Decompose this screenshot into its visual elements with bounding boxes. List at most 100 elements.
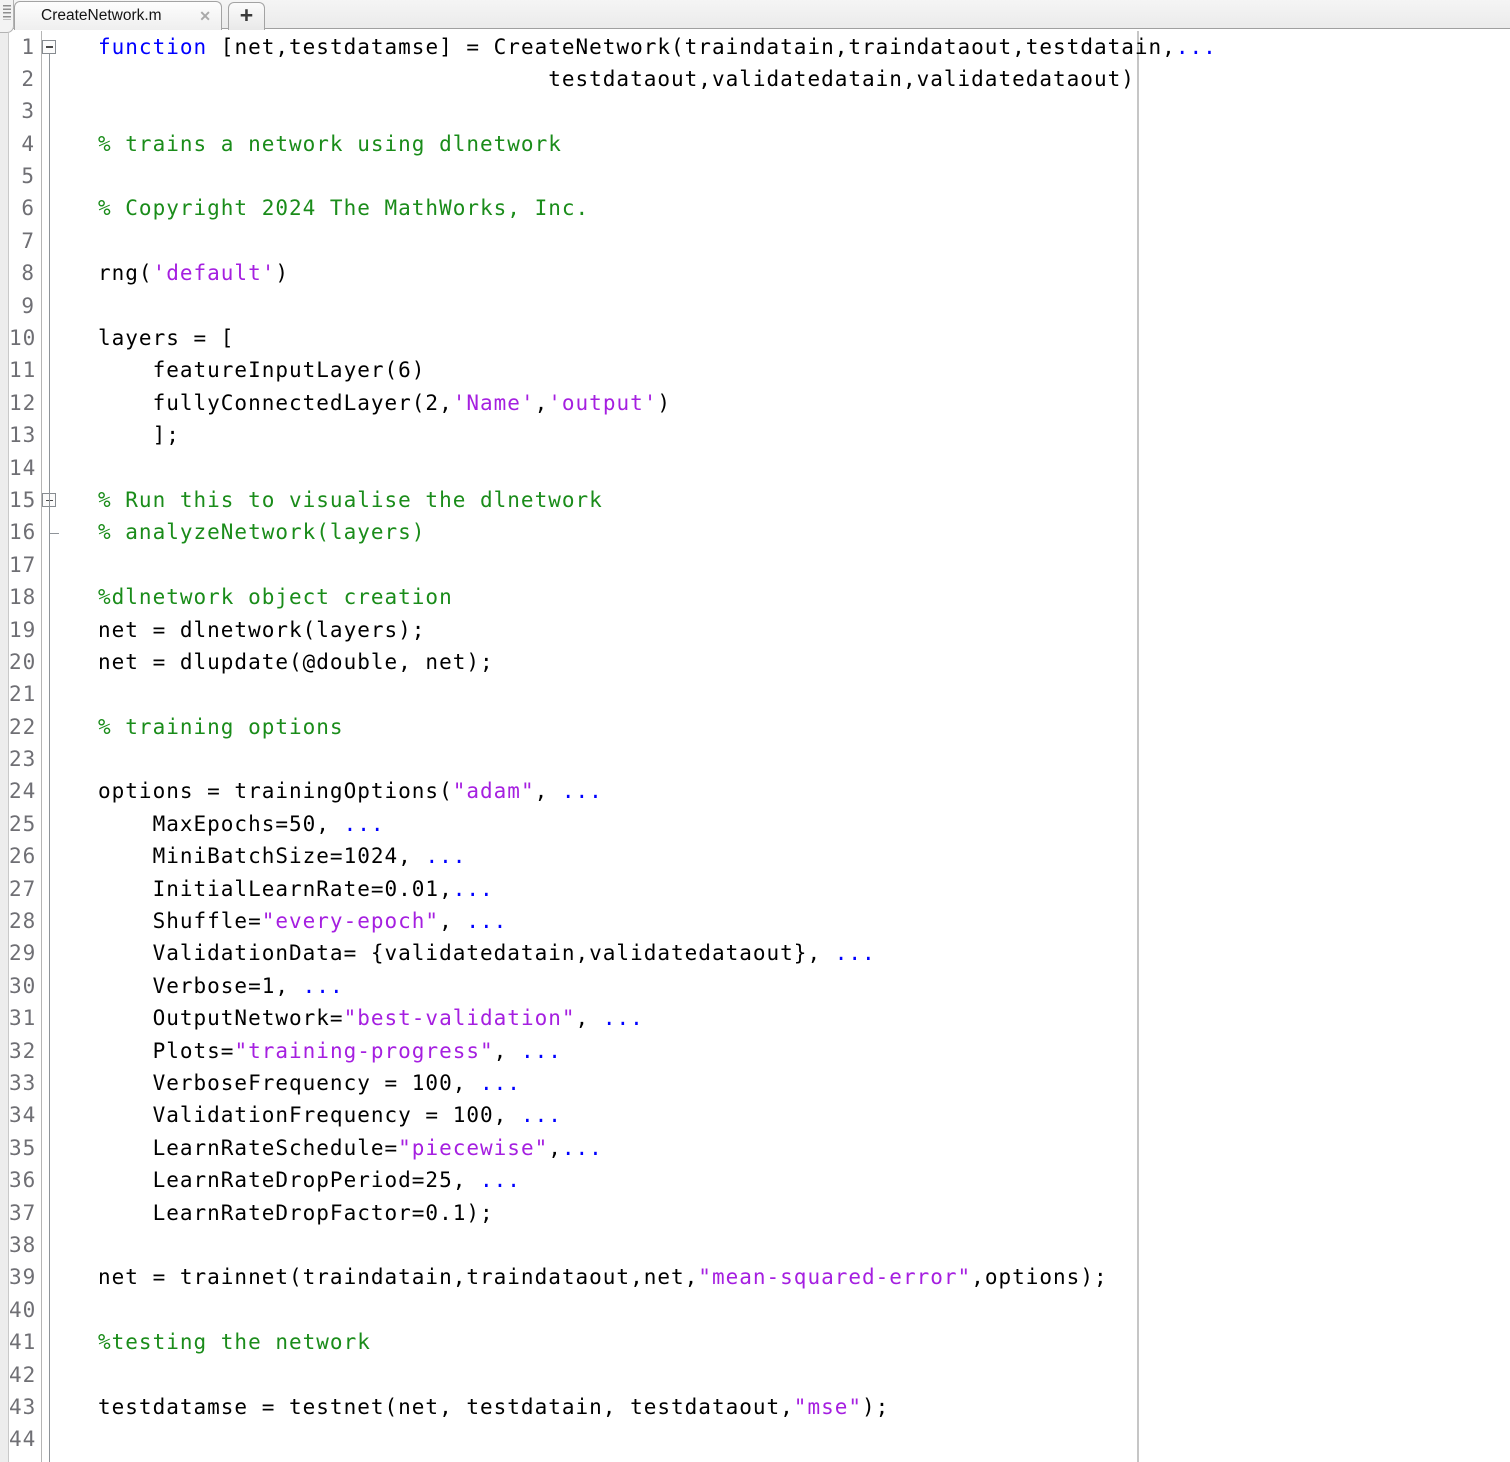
code-text: testdatamse = testnet(net, testdatain, t… <box>41 1395 889 1419</box>
line-number: 43 <box>9 1391 41 1423</box>
code-line[interactable]: 30 Verbose=1, ... <box>9 970 1510 1002</box>
code-line[interactable]: 18%dlnetwork object creation <box>9 581 1510 613</box>
code-text: ]; <box>41 423 180 447</box>
code-line[interactable]: 8rng('default') <box>9 257 1510 289</box>
code-text: featureInputLayer(6) <box>41 358 425 382</box>
tab-bar: CreateNetwork.m ✕ + <box>0 0 1510 29</box>
code-line[interactable]: 17 <box>9 549 1510 581</box>
code-line[interactable]: 12 fullyConnectedLayer(2,'Name','output'… <box>9 387 1510 419</box>
code-line[interactable]: 44 <box>9 1423 1510 1455</box>
code-line[interactable]: 1function [net,testdatamse] = CreateNetw… <box>9 31 1510 63</box>
code-line[interactable]: 37 LearnRateDropFactor=0.1); <box>9 1197 1510 1229</box>
line-number: 21 <box>9 678 41 710</box>
code-line[interactable]: 41%testing the network <box>9 1326 1510 1358</box>
line-number: 5 <box>9 160 41 192</box>
code-line[interactable]: 39net = trainnet(traindatain,traindataou… <box>9 1261 1510 1293</box>
code-lines: 1function [net,testdatamse] = CreateNetw… <box>9 31 1510 1456</box>
line-number: 29 <box>9 937 41 969</box>
code-text: MiniBatchSize=1024, ... <box>41 844 466 868</box>
code-text: options = trainingOptions("adam", ... <box>41 779 603 803</box>
code-line[interactable]: 14 <box>9 452 1510 484</box>
code-text: testdataout,validatedatain,validatedatao… <box>41 67 1135 91</box>
code-line[interactable]: 13 ]; <box>9 419 1510 451</box>
code-editor[interactable]: 1function [net,testdatamse] = CreateNetw… <box>9 31 1510 1462</box>
line-number: 16 <box>9 516 41 548</box>
code-text: % Copyright 2024 The MathWorks, Inc. <box>41 196 589 220</box>
code-text <box>41 164 98 188</box>
line-number: 10 <box>9 322 41 354</box>
code-text <box>41 99 98 123</box>
code-fold-collapse-icon[interactable] <box>42 493 56 507</box>
code-text: function [net,testdatamse] = CreateNetwo… <box>41 35 1217 59</box>
code-text: net = trainnet(traindatain,traindataout,… <box>41 1265 1108 1289</box>
code-line[interactable]: 42 <box>9 1359 1510 1391</box>
code-text: layers = [ <box>41 326 234 350</box>
code-line[interactable]: 35 LearnRateSchedule="piecewise",... <box>9 1132 1510 1164</box>
code-line[interactable]: 5 <box>9 160 1510 192</box>
code-text <box>41 229 98 253</box>
tab-close-icon[interactable]: ✕ <box>199 8 211 25</box>
code-line[interactable]: 6% Copyright 2024 The MathWorks, Inc. <box>9 192 1510 224</box>
panel-grip-handle[interactable] <box>0 0 14 33</box>
code-text: OutputNetwork="best-validation", ... <box>41 1006 644 1030</box>
code-text <box>41 1298 98 1322</box>
code-line[interactable]: 19net = dlnetwork(layers); <box>9 614 1510 646</box>
line-number: 20 <box>9 646 41 678</box>
code-line[interactable]: 28 Shuffle="every-epoch", ... <box>9 905 1510 937</box>
line-number: 4 <box>9 128 41 160</box>
code-text: Verbose=1, ... <box>41 974 344 998</box>
code-line[interactable]: 4% trains a network using dlnetwork <box>9 128 1510 160</box>
code-line[interactable]: 20net = dlupdate(@double, net); <box>9 646 1510 678</box>
code-line[interactable]: 29 ValidationData= {validatedatain,valid… <box>9 937 1510 969</box>
code-line[interactable]: 34 ValidationFrequency = 100, ... <box>9 1099 1510 1131</box>
line-number: 44 <box>9 1423 41 1455</box>
code-line[interactable]: 10layers = [ <box>9 322 1510 354</box>
code-text <box>41 456 98 480</box>
new-tab-button[interactable]: + <box>228 2 265 30</box>
code-line[interactable]: 27 InitialLearnRate=0.01,... <box>9 873 1510 905</box>
code-line[interactable]: 23 <box>9 743 1510 775</box>
line-number: 34 <box>9 1099 41 1131</box>
code-line[interactable]: 9 <box>9 290 1510 322</box>
line-number: 18 <box>9 581 41 613</box>
code-line[interactable]: 40 <box>9 1294 1510 1326</box>
code-line[interactable]: 3 <box>9 95 1510 127</box>
code-line[interactable]: 38 <box>9 1229 1510 1261</box>
code-line[interactable]: 7 <box>9 225 1510 257</box>
code-text: fullyConnectedLayer(2,'Name','output') <box>41 391 671 415</box>
line-number: 7 <box>9 225 41 257</box>
code-line[interactable]: 15% Run this to visualise the dlnetwork <box>9 484 1510 516</box>
code-text <box>41 1233 98 1257</box>
code-text: rng('default') <box>41 261 289 285</box>
code-line[interactable]: 24options = trainingOptions("adam", ... <box>9 775 1510 807</box>
code-text: LearnRateSchedule="piecewise",... <box>41 1136 603 1160</box>
code-text: %testing the network <box>41 1330 371 1354</box>
code-line[interactable]: 16% analyzeNetwork(layers) <box>9 516 1510 548</box>
line-number: 15 <box>9 484 41 516</box>
line-number: 2 <box>9 63 41 95</box>
code-text: % training options <box>41 715 344 739</box>
code-text: ValidationFrequency = 100, ... <box>41 1103 562 1127</box>
code-line[interactable]: 21 <box>9 678 1510 710</box>
code-line[interactable]: 22% training options <box>9 711 1510 743</box>
code-text: % analyzeNetwork(layers) <box>41 520 425 544</box>
tab-createnetwork[interactable]: CreateNetwork.m ✕ <box>14 1 222 30</box>
line-number: 13 <box>9 419 41 451</box>
code-text: net = dlupdate(@double, net); <box>41 650 494 674</box>
code-line[interactable]: 36 LearnRateDropPeriod=25, ... <box>9 1164 1510 1196</box>
line-number: 39 <box>9 1261 41 1293</box>
code-fold-collapse-icon[interactable] <box>42 40 56 54</box>
line-number: 17 <box>9 549 41 581</box>
line-number: 36 <box>9 1164 41 1196</box>
code-line[interactable]: 33 VerboseFrequency = 100, ... <box>9 1067 1510 1099</box>
code-line[interactable]: 25 MaxEpochs=50, ... <box>9 808 1510 840</box>
code-line[interactable]: 2 testdataout,validatedatain,validatedat… <box>9 63 1510 95</box>
code-line[interactable]: 43testdatamse = testnet(net, testdatain,… <box>9 1391 1510 1423</box>
line-number: 37 <box>9 1197 41 1229</box>
line-number: 24 <box>9 775 41 807</box>
code-line[interactable]: 32 Plots="training-progress", ... <box>9 1035 1510 1067</box>
code-line[interactable]: 31 OutputNetwork="best-validation", ... <box>9 1002 1510 1034</box>
code-line[interactable]: 11 featureInputLayer(6) <box>9 354 1510 386</box>
code-line[interactable]: 26 MiniBatchSize=1024, ... <box>9 840 1510 872</box>
minus-glyph <box>46 46 53 48</box>
